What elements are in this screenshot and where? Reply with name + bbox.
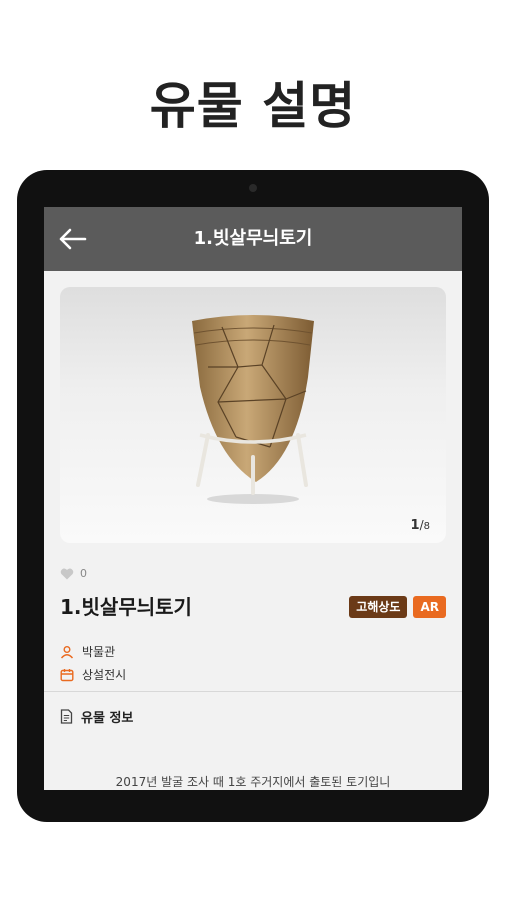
person-icon bbox=[60, 645, 74, 658]
artifact-image-viewer[interactable]: 1/8 bbox=[60, 287, 446, 543]
promo-title: 유물 설명 bbox=[149, 77, 357, 135]
image-page-counter: 1/8 bbox=[410, 518, 430, 533]
high-resolution-badge[interactable]: 고해상도 bbox=[349, 596, 408, 618]
exhibit-row: 상설전시 bbox=[60, 666, 126, 683]
app-bar: 1.빗살무늬토기 bbox=[44, 207, 462, 271]
page-title: 1.빗살무늬토기 bbox=[193, 228, 313, 249]
like-button[interactable]: 0 bbox=[60, 567, 87, 580]
artifact-name: 1.빗살무늬토기 bbox=[60, 595, 192, 619]
app-screen: 1.빗살무늬토기 1/8 0 1.빗살무늬토기 고해상도 AR 박물관 상설전시… bbox=[44, 207, 462, 790]
tablet-frame: 1.빗살무늬토기 1/8 0 1.빗살무늬토기 고해상도 AR 박물관 상설전시… bbox=[17, 170, 489, 822]
museum-row: 박물관 bbox=[60, 643, 115, 660]
tablet-camera bbox=[249, 184, 257, 192]
artifact-image bbox=[192, 315, 314, 504]
document-icon bbox=[60, 709, 73, 724]
artifact-tags: 고해상도 AR bbox=[349, 596, 446, 618]
section-divider bbox=[44, 691, 462, 692]
ar-badge[interactable]: AR bbox=[413, 596, 446, 618]
artifact-description: 2017년 발굴 조사 때 1호 주거지에서 출토된 토기입니 bbox=[115, 775, 391, 789]
museum-name: 박물관 bbox=[82, 645, 116, 659]
calendar-icon bbox=[60, 668, 74, 681]
like-count: 0 bbox=[80, 567, 87, 580]
artifact-info-title: 유물 정보 bbox=[81, 711, 134, 726]
back-button[interactable] bbox=[52, 221, 92, 257]
back-arrow-icon bbox=[59, 228, 87, 250]
artifact-info-header: 유물 정보 bbox=[60, 707, 133, 726]
heart-icon bbox=[60, 568, 74, 579]
exhibit-type: 상설전시 bbox=[82, 668, 127, 682]
